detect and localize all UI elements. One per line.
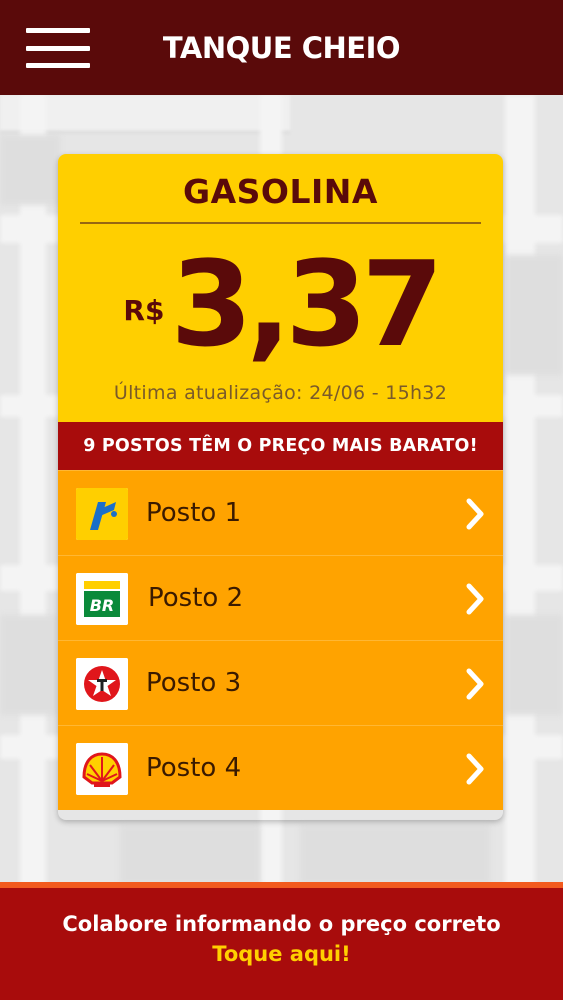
app-title: TANQUE CHEIO (162, 30, 401, 65)
footer-cta: Toque aqui! (212, 942, 351, 966)
svg-text:BR: BR (90, 596, 115, 615)
app-header: TANQUE CHEIO (0, 0, 563, 95)
station-item-4[interactable]: Posto 4 (58, 725, 503, 810)
price-display: R$ 3,37 (58, 234, 503, 374)
price-panel: GASOLINA R$ 3,37 Última atualização: 24/… (58, 154, 503, 422)
station-item-1[interactable]: Posto 1 (58, 470, 503, 555)
chevron-right-icon (466, 668, 484, 700)
collaborate-footer-button[interactable]: Colabore informando o preço correto Toqu… (0, 882, 563, 1000)
price-value: 3,37 (170, 235, 443, 373)
chevron-right-icon (466, 753, 484, 785)
price-card: GASOLINA R$ 3,37 Última atualização: 24/… (58, 154, 503, 820)
last-update-text: Última atualização: 24/06 - 15h32 (113, 382, 448, 404)
ipiranga-logo-icon (76, 488, 128, 540)
chevron-right-icon (466, 498, 484, 530)
br-petrobras-logo-icon: BR (76, 573, 128, 625)
shell-logo-icon (76, 743, 128, 795)
station-name: Posto 3 (146, 668, 242, 698)
station-name: Posto 2 (148, 583, 244, 613)
station-item-3[interactable]: Posto 3 (58, 640, 503, 725)
footer-message: Colabore informando o preço correto (62, 912, 501, 936)
chevron-right-icon (466, 583, 484, 615)
texaco-logo-icon (76, 658, 128, 710)
station-name: Posto 4 (146, 753, 242, 783)
divider (80, 222, 481, 224)
cheapest-stations-banner: 9 POSTOS TÊM O PREÇO MAIS BARATO! (58, 422, 503, 470)
hamburger-menu-icon[interactable] (26, 28, 90, 68)
station-item-2[interactable]: BR Posto 2 (58, 555, 503, 640)
currency-symbol: R$ (123, 293, 165, 327)
fuel-type-label: GASOLINA (183, 172, 378, 211)
station-name: Posto 1 (146, 498, 242, 528)
